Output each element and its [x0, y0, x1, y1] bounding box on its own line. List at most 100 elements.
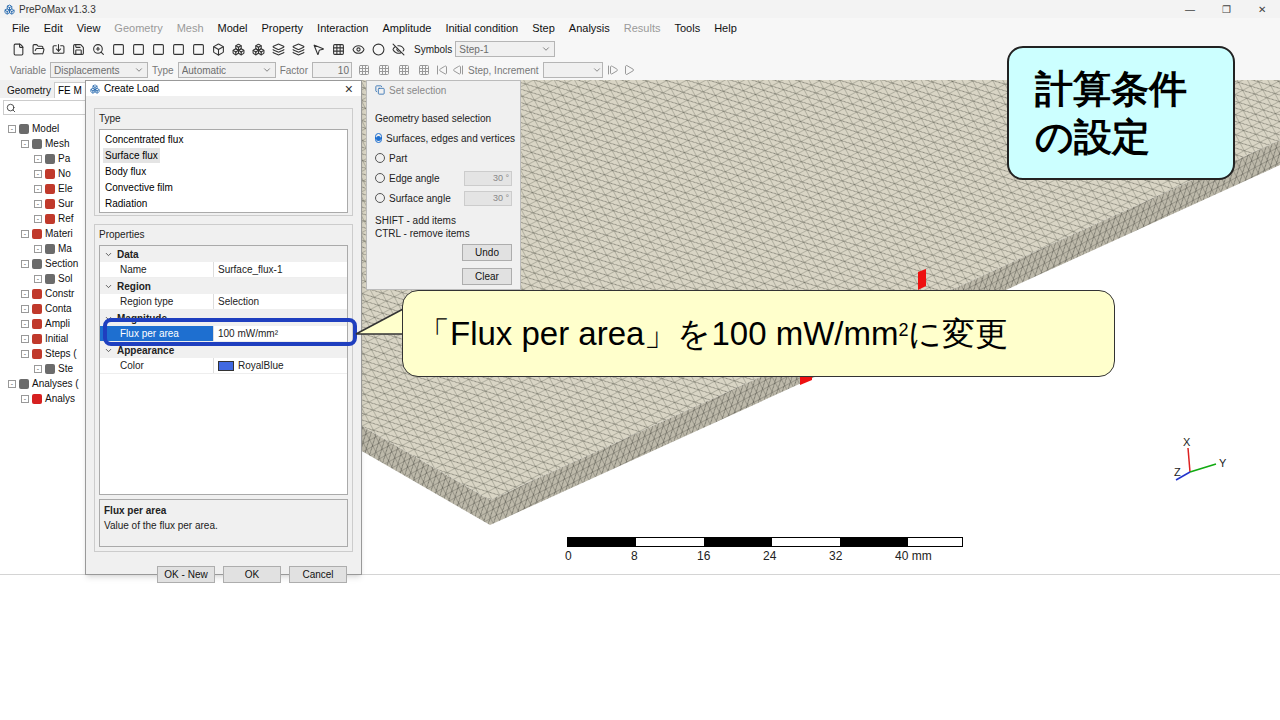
- expander-icon[interactable]: -: [21, 305, 29, 313]
- factor-input[interactable]: 10: [312, 62, 352, 78]
- close-button[interactable]: ×: [345, 82, 357, 96]
- collapse-icon[interactable]: [104, 282, 113, 291]
- tool-icon[interactable]: [372, 43, 385, 56]
- type-item[interactable]: Radiation: [100, 195, 347, 211]
- menu-item[interactable]: Initial condition: [438, 20, 525, 37]
- tool-icon[interactable]: [398, 64, 410, 76]
- panel-button[interactable]: Clear: [462, 268, 512, 285]
- radio-option[interactable]: Part: [375, 148, 512, 168]
- property-row[interactable]: Flux per area100 mW/mm²: [100, 326, 347, 342]
- window-control[interactable]: ✕: [1244, 2, 1280, 17]
- panel-button[interactable]: Undo: [462, 244, 512, 261]
- expander-icon[interactable]: -: [34, 185, 42, 193]
- tool-icon[interactable]: [192, 43, 205, 56]
- expander-icon[interactable]: -: [34, 200, 42, 208]
- type-item[interactable]: Surface flux: [100, 147, 347, 163]
- dialog-button[interactable]: OK - New: [157, 566, 215, 583]
- expander-icon[interactable]: -: [21, 320, 29, 328]
- menu-item[interactable]: Step: [525, 20, 562, 37]
- tool-icon[interactable]: [152, 43, 165, 56]
- type-dropdown[interactable]: Automatic: [178, 62, 276, 78]
- tool-icon[interactable]: [52, 43, 65, 56]
- previous-icon[interactable]: [452, 64, 464, 76]
- tool-icon[interactable]: [392, 43, 405, 56]
- expander-icon[interactable]: -: [21, 140, 29, 148]
- property-row[interactable]: NameSurface_flux-1: [100, 262, 347, 278]
- expander-icon[interactable]: -: [34, 170, 42, 178]
- radio-icon[interactable]: [375, 193, 385, 203]
- expander-icon[interactable]: -: [34, 365, 42, 373]
- first-icon[interactable]: [436, 64, 448, 76]
- collapse-icon[interactable]: [104, 346, 113, 355]
- tool-icon[interactable]: [232, 43, 245, 56]
- tool-icon[interactable]: [112, 43, 125, 56]
- expander-icon[interactable]: -: [34, 245, 42, 253]
- next-icon[interactable]: [607, 64, 619, 76]
- tool-icon[interactable]: [92, 43, 105, 56]
- radio-option[interactable]: Surface angle30 °: [375, 188, 512, 208]
- menu-item[interactable]: Amplitude: [375, 20, 438, 37]
- type-item[interactable]: Body flux: [100, 163, 347, 179]
- expander-icon[interactable]: -: [34, 275, 42, 283]
- angle-input[interactable]: 30 °: [464, 191, 512, 206]
- tool-icon[interactable]: [132, 43, 145, 56]
- window-control[interactable]: ❐: [1208, 2, 1244, 17]
- tool-icon[interactable]: [272, 43, 285, 56]
- menu-item[interactable]: Results: [617, 20, 668, 37]
- menu-item[interactable]: Help: [707, 20, 744, 37]
- expander-icon[interactable]: -: [21, 290, 29, 298]
- expander-icon[interactable]: -: [21, 335, 29, 343]
- tool-icon[interactable]: [418, 64, 430, 76]
- window-control[interactable]: —: [1172, 2, 1208, 17]
- menu-item[interactable]: Analysis: [562, 20, 617, 37]
- menu-item[interactable]: View: [70, 20, 108, 37]
- tool-icon[interactable]: [32, 43, 45, 56]
- variable-dropdown[interactable]: Displacements: [50, 62, 148, 78]
- group-header[interactable]: Region: [100, 278, 347, 294]
- tool-icon[interactable]: [72, 43, 85, 56]
- expander-icon[interactable]: -: [21, 350, 29, 358]
- tool-icon[interactable]: [12, 43, 25, 56]
- menu-item[interactable]: Tools: [667, 20, 707, 37]
- menu-item[interactable]: Edit: [37, 20, 70, 37]
- tool-icon[interactable]: [358, 64, 370, 76]
- symbols-dropdown[interactable]: Step-1: [455, 41, 555, 57]
- property-row[interactable]: Region typeSelection: [100, 294, 347, 310]
- menu-item[interactable]: Property: [255, 20, 311, 37]
- tool-icon[interactable]: [252, 43, 265, 56]
- tool-icon[interactable]: [312, 43, 325, 56]
- tool-icon[interactable]: [352, 43, 365, 56]
- menu-item[interactable]: Interaction: [310, 20, 375, 37]
- tool-icon[interactable]: [292, 43, 305, 56]
- radio-icon[interactable]: [375, 153, 385, 163]
- menu-item[interactable]: Geometry: [107, 20, 169, 37]
- tool-icon[interactable]: [332, 43, 345, 56]
- tool-icon[interactable]: [172, 43, 185, 56]
- expander-icon[interactable]: -: [21, 260, 29, 268]
- radio-icon[interactable]: [375, 133, 382, 143]
- group-header[interactable]: Data: [100, 246, 347, 262]
- collapse-icon[interactable]: [104, 250, 113, 259]
- radio-option[interactable]: Edge angle30 °: [375, 168, 512, 188]
- expander-icon[interactable]: -: [34, 215, 42, 223]
- dialog-button[interactable]: OK: [223, 566, 281, 583]
- expander-icon[interactable]: -: [21, 230, 29, 238]
- step-dropdown[interactable]: [543, 62, 603, 78]
- type-item[interactable]: Convective film: [100, 179, 347, 195]
- play-icon[interactable]: [623, 64, 635, 76]
- tree-tab[interactable]: FE M: [54, 82, 86, 98]
- tool-icon[interactable]: [378, 64, 390, 76]
- type-item[interactable]: Concentrated flux: [100, 131, 347, 147]
- radio-option[interactable]: Surfaces, edges and vertices: [375, 128, 512, 148]
- tool-icon[interactable]: [212, 43, 225, 56]
- menu-item[interactable]: Mesh: [170, 20, 211, 37]
- radio-icon[interactable]: [375, 173, 385, 183]
- property-row[interactable]: ColorRoyalBlue: [100, 358, 347, 374]
- expander-icon[interactable]: -: [21, 395, 29, 403]
- menu-item[interactable]: File: [5, 20, 37, 37]
- expander-icon[interactable]: -: [8, 125, 16, 133]
- menu-item[interactable]: Model: [211, 20, 255, 37]
- tree-tab[interactable]: Geometry: [4, 83, 54, 98]
- angle-input[interactable]: 30 °: [464, 171, 512, 186]
- expander-icon[interactable]: -: [34, 155, 42, 163]
